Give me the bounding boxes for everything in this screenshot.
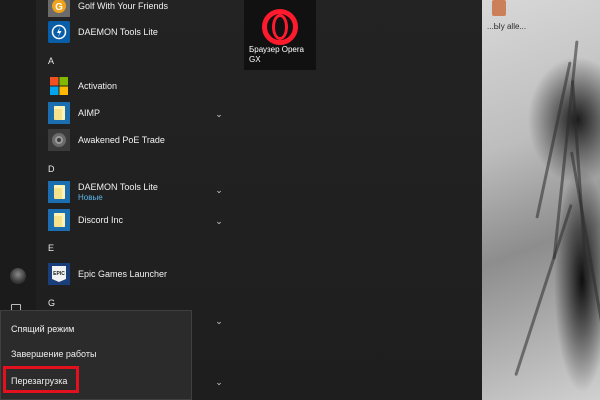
app-daemon-tools-lite[interactable]: DAEMON Tools Lite xyxy=(48,20,228,44)
desktop-wallpaper xyxy=(482,0,600,400)
windows-logo-icon xyxy=(48,75,70,97)
app-label: Activation xyxy=(78,80,118,91)
app-folder-aimp[interactable]: AIMP xyxy=(48,101,228,125)
poe-trade-icon xyxy=(48,129,70,151)
app-label: Discord Inc xyxy=(78,214,124,225)
desktop-icon-label[interactable]: ...Ыу alle... xyxy=(487,22,526,31)
tile-label: Браузер Opera GX xyxy=(249,45,304,64)
app-folder-daemon-tools[interactable]: DAEMON Tools Lite Новые xyxy=(48,179,228,205)
chevron-down-icon[interactable]: ⌄ xyxy=(214,377,224,387)
app-activation[interactable]: Activation xyxy=(48,74,228,98)
app-label: Epic Games Launcher xyxy=(78,268,168,279)
opera-gx-icon-inner xyxy=(272,14,288,40)
section-letter-e[interactable]: E xyxy=(48,243,54,253)
desktop-app-icon[interactable] xyxy=(492,0,506,16)
new-badge: Новые xyxy=(78,192,103,202)
chevron-down-icon[interactable]: ⌄ xyxy=(214,316,224,326)
app-label: DAEMON Tools Lite xyxy=(78,26,158,37)
folder-icon xyxy=(48,209,70,231)
epic-games-icon: EPIC xyxy=(48,263,70,285)
section-letter-d[interactable]: D xyxy=(48,164,55,174)
app-label: DAEMON Tools Lite Новые xyxy=(78,182,158,203)
section-letter-a[interactable]: A xyxy=(48,56,54,66)
restart-highlight-box xyxy=(3,366,79,393)
app-label-text: DAEMON Tools Lite xyxy=(78,181,158,192)
shutdown-button[interactable]: Завершение работы xyxy=(11,349,96,359)
chevron-down-icon[interactable]: ⌄ xyxy=(214,216,224,226)
app-folder-discord[interactable]: Discord Inc xyxy=(48,208,228,232)
sleep-button[interactable]: Спящий режим xyxy=(11,324,74,334)
daemon-tools-icon xyxy=(48,21,70,43)
app-golf-with-your-friends[interactable]: G Golf With Your Friends xyxy=(48,0,228,18)
user-avatar[interactable] xyxy=(10,268,26,284)
chevron-down-icon[interactable]: ⌄ xyxy=(214,185,224,195)
svg-text:G: G xyxy=(55,2,63,13)
section-letter-g[interactable]: G xyxy=(48,298,55,308)
app-label: Golf With Your Friends xyxy=(78,0,169,11)
golf-app-icon: G xyxy=(48,0,70,17)
app-awakened-poe-trade[interactable]: Awakened PoE Trade xyxy=(48,128,228,152)
app-epic-games-launcher[interactable]: EPIC Epic Games Launcher xyxy=(48,262,228,286)
chevron-down-icon[interactable]: ⌄ xyxy=(214,109,224,119)
epic-icon-text: EPIC xyxy=(53,271,65,277)
folder-icon xyxy=(48,181,70,203)
folder-icon xyxy=(48,102,70,124)
app-label: Awakened PoE Trade xyxy=(78,134,165,145)
app-label: AIMP xyxy=(78,107,101,118)
